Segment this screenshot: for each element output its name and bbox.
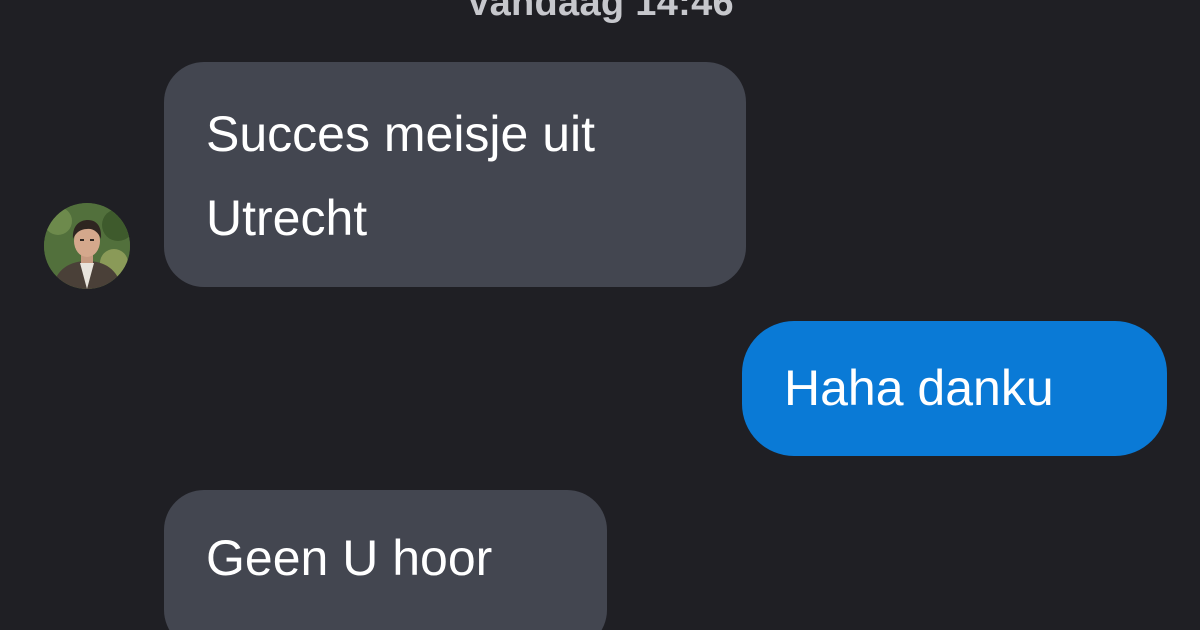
contact-avatar[interactable]: [44, 203, 130, 289]
message-timestamp: Vandaag 14:46: [466, 0, 734, 24]
message-text: Geen U hoor: [206, 530, 493, 586]
outgoing-message-bubble[interactable]: Haha danku: [742, 321, 1167, 456]
incoming-message-bubble[interactable]: Geen U hoor: [164, 490, 607, 630]
incoming-message-bubble[interactable]: Succes meisje uit Utrecht: [164, 62, 746, 287]
avatar-photo-icon: [44, 203, 130, 289]
message-text: Succes meisje uit Utrecht: [206, 106, 596, 246]
message-text: Haha danku: [784, 360, 1054, 416]
